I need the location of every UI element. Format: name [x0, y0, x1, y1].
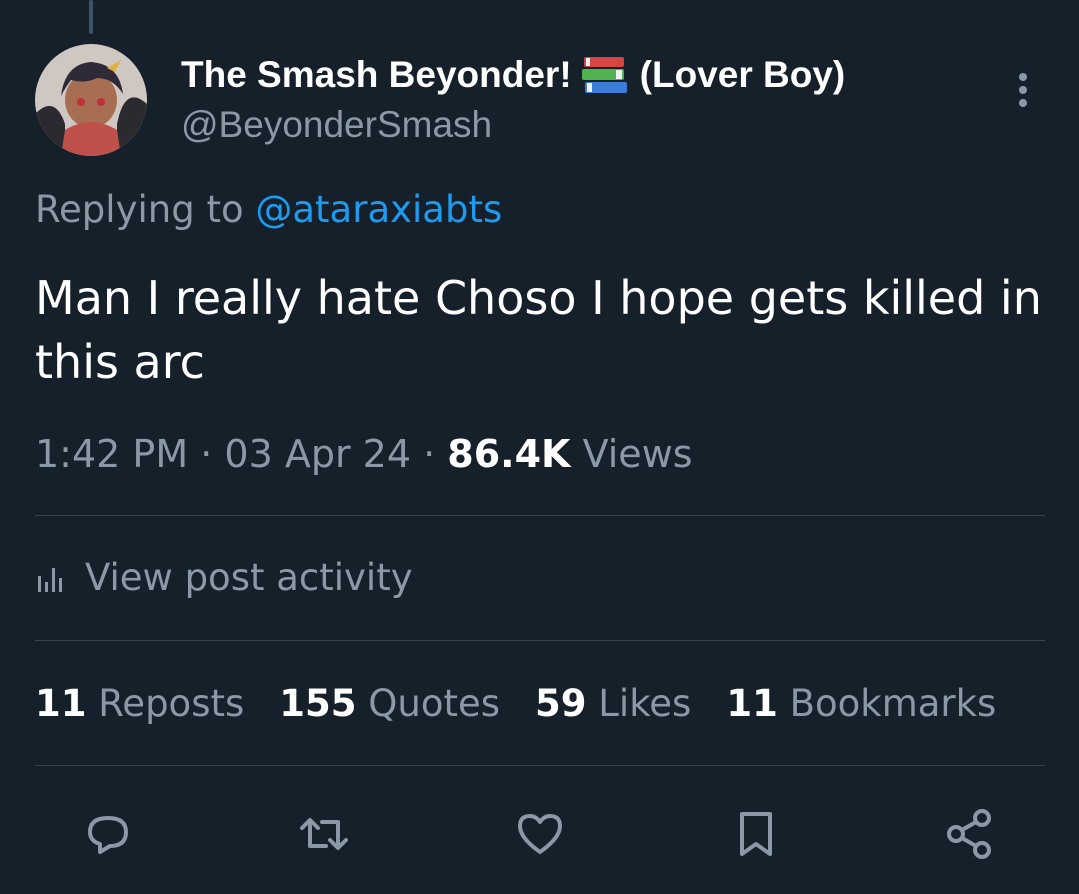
- likes-count: 59: [535, 682, 587, 725]
- reply-icon: [88, 816, 128, 854]
- books-emoji-icon: [580, 54, 630, 96]
- replying-to-line: Replying to @ataraxiabts: [35, 188, 502, 231]
- replying-prefix: Replying to: [35, 188, 244, 231]
- more-options-icon[interactable]: [1010, 70, 1036, 114]
- reply-button[interactable]: [76, 802, 140, 866]
- thread-connector-line: [89, 0, 93, 34]
- divider: [35, 515, 1045, 516]
- reply-mention-link[interactable]: @ataraxiabts: [255, 188, 502, 231]
- like-button[interactable]: [508, 802, 572, 866]
- bookmark-icon: [740, 812, 772, 856]
- quotes-label: Quotes: [368, 682, 501, 725]
- view-post-activity-link[interactable]: View post activity: [35, 556, 413, 599]
- likes-label: Likes: [598, 682, 692, 725]
- tweet-text: Man I really hate Choso I hope gets kill…: [35, 271, 1042, 389]
- tweet-time[interactable]: 1:42 PM: [35, 432, 188, 476]
- separator-dot: ·: [423, 432, 436, 476]
- avatar[interactable]: [35, 44, 147, 156]
- reposts-count: 11: [35, 682, 87, 725]
- tweet-metadata: 1:42 PM · 03 Apr 24 · 86.4K Views: [35, 432, 693, 476]
- share-icon: [947, 809, 991, 859]
- author-handle[interactable]: @BeyonderSmash: [181, 104, 492, 146]
- engagement-stats: 11 Reposts 155 Quotes 59 Likes 11 Bookma…: [35, 682, 1031, 725]
- author-display-name[interactable]: The Smash Beyonder! (Lover Boy): [181, 54, 845, 96]
- quotes-stat[interactable]: 155 Quotes: [279, 682, 500, 725]
- repost-button[interactable]: [292, 802, 356, 866]
- bookmarks-stat[interactable]: 11 Bookmarks: [726, 682, 996, 725]
- separator-dot: ·: [200, 432, 213, 476]
- bar-chart-icon: [38, 567, 62, 592]
- action-bar: [0, 802, 1079, 872]
- display-name-suffix: (Lover Boy): [639, 54, 846, 95]
- views-label: Views: [582, 432, 693, 476]
- view-post-activity-label: View post activity: [85, 556, 413, 599]
- divider: [35, 765, 1045, 766]
- display-name-text: The Smash Beyonder!: [181, 54, 572, 95]
- tweet-detail-view: The Smash Beyonder! (Lover Boy) @Beyonde…: [0, 0, 1079, 894]
- reposts-stat[interactable]: 11 Reposts: [35, 682, 244, 725]
- repost-icon: [300, 818, 348, 850]
- tweet-date[interactable]: 03 Apr 24: [224, 432, 411, 476]
- views-count: 86.4K: [447, 432, 571, 476]
- divider: [35, 640, 1045, 641]
- quotes-count: 155: [279, 682, 357, 725]
- heart-icon: [518, 814, 562, 854]
- likes-stat[interactable]: 59 Likes: [535, 682, 691, 725]
- share-button[interactable]: [938, 802, 1002, 866]
- bookmarks-label: Bookmarks: [789, 682, 997, 725]
- bookmarks-count: 11: [726, 682, 778, 725]
- bookmark-button[interactable]: [724, 802, 788, 866]
- reposts-label: Reposts: [98, 682, 245, 725]
